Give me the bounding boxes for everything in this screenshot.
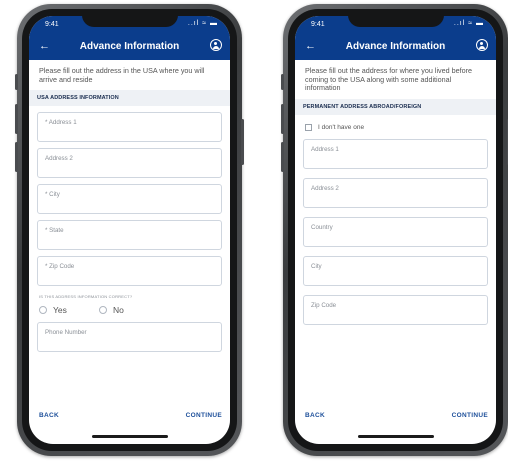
field-label: Country <box>311 223 333 231</box>
no-address-checkbox-row[interactable]: I don't have one <box>305 123 486 133</box>
mute-switch <box>15 74 18 90</box>
screen-usa-address: 9:41 ..ıl ≈ ▬ ← Advance Information Plea… <box>29 16 230 444</box>
home-indicator[interactable] <box>357 435 434 438</box>
field-label: Address 1 <box>311 145 339 153</box>
field-label: * City <box>45 191 60 199</box>
status-time: 9:41 <box>45 21 59 28</box>
state-field[interactable]: * State <box>37 220 222 251</box>
home-indicator[interactable] <box>91 435 168 438</box>
back-button[interactable]: BACK <box>305 412 325 419</box>
status-time: 9:41 <box>311 21 325 28</box>
radio-no[interactable] <box>99 306 107 315</box>
volume-up-button <box>281 104 284 134</box>
page-title: Advance Information <box>345 41 446 52</box>
notch <box>81 9 178 27</box>
phone-left: 9:41 ..ıl ≈ ▬ ← Advance Information Plea… <box>15 4 244 456</box>
zip-code-field[interactable]: * Zip Code <box>37 256 222 287</box>
field-label: * Zip Code <box>45 263 75 271</box>
notch <box>347 9 444 27</box>
field-label: Phone Number <box>45 329 87 337</box>
intro-text: Please fill out the address for where yo… <box>305 66 473 93</box>
status-indicators: ..ıl ≈ ▬ <box>187 20 218 27</box>
city-field[interactable]: * City <box>37 184 222 215</box>
address1-field[interactable]: Address 1 <box>303 138 488 169</box>
radio-group: Yes No <box>39 304 222 316</box>
checkbox-icon[interactable] <box>305 123 312 131</box>
footer-actions: BACK CONTINUE <box>295 410 496 424</box>
address1-field[interactable]: * Address 1 <box>37 112 222 143</box>
phone-number-field[interactable]: Phone Number <box>37 322 222 353</box>
zip-code-field[interactable]: Zip Code <box>303 294 488 325</box>
radio-yes[interactable] <box>39 306 47 315</box>
continue-button[interactable]: CONTINUE <box>186 412 222 419</box>
volume-down-button <box>281 142 284 172</box>
mute-switch <box>281 74 284 90</box>
volume-down-button <box>15 142 18 172</box>
field-label: City <box>311 262 322 270</box>
country-field[interactable]: Country <box>303 216 488 247</box>
radio-no-label: No <box>113 305 124 316</box>
field-label: Address 2 <box>45 155 73 163</box>
address2-field[interactable]: Address 2 <box>37 148 222 179</box>
section-header: PERMANENT ADDRESS ABROAD/FOREIGN <box>295 98 496 115</box>
app-bar: ← Advance Information <box>29 34 230 60</box>
address2-field[interactable]: Address 2 <box>303 177 488 208</box>
continue-button[interactable]: CONTINUE <box>452 412 488 419</box>
checkbox-label: I don't have one <box>318 123 365 131</box>
field-label: Address 2 <box>311 184 339 192</box>
volume-up-button <box>15 104 18 134</box>
section-header: USA ADDRESS INFORMATION <box>29 90 230 107</box>
profile-icon[interactable] <box>210 39 222 51</box>
field-label: * Address 1 <box>45 119 77 127</box>
field-label: Zip Code <box>311 301 337 309</box>
back-button[interactable]: BACK <box>39 412 59 419</box>
city-field[interactable]: City <box>303 255 488 286</box>
field-label: * State <box>45 227 64 235</box>
radio-yes-label: Yes <box>53 305 67 316</box>
screen-foreign-address: 9:41 ..ıl ≈ ▬ ← Advance Information Plea… <box>295 16 496 444</box>
page-title: Advance Information <box>79 41 180 52</box>
app-bar: ← Advance Information <box>295 34 496 60</box>
phone-right: 9:41 ..ıl ≈ ▬ ← Advance Information Plea… <box>281 4 508 456</box>
status-indicators: ..ıl ≈ ▬ <box>453 20 484 27</box>
footer-actions: BACK CONTINUE <box>29 410 230 424</box>
address-correct-question: IS THIS ADDRESS INFORMATION CORRECT? <box>39 294 133 300</box>
profile-icon[interactable] <box>476 39 488 51</box>
intro-text: Please fill out the address in the USA w… <box>39 66 205 84</box>
power-button <box>241 119 244 165</box>
